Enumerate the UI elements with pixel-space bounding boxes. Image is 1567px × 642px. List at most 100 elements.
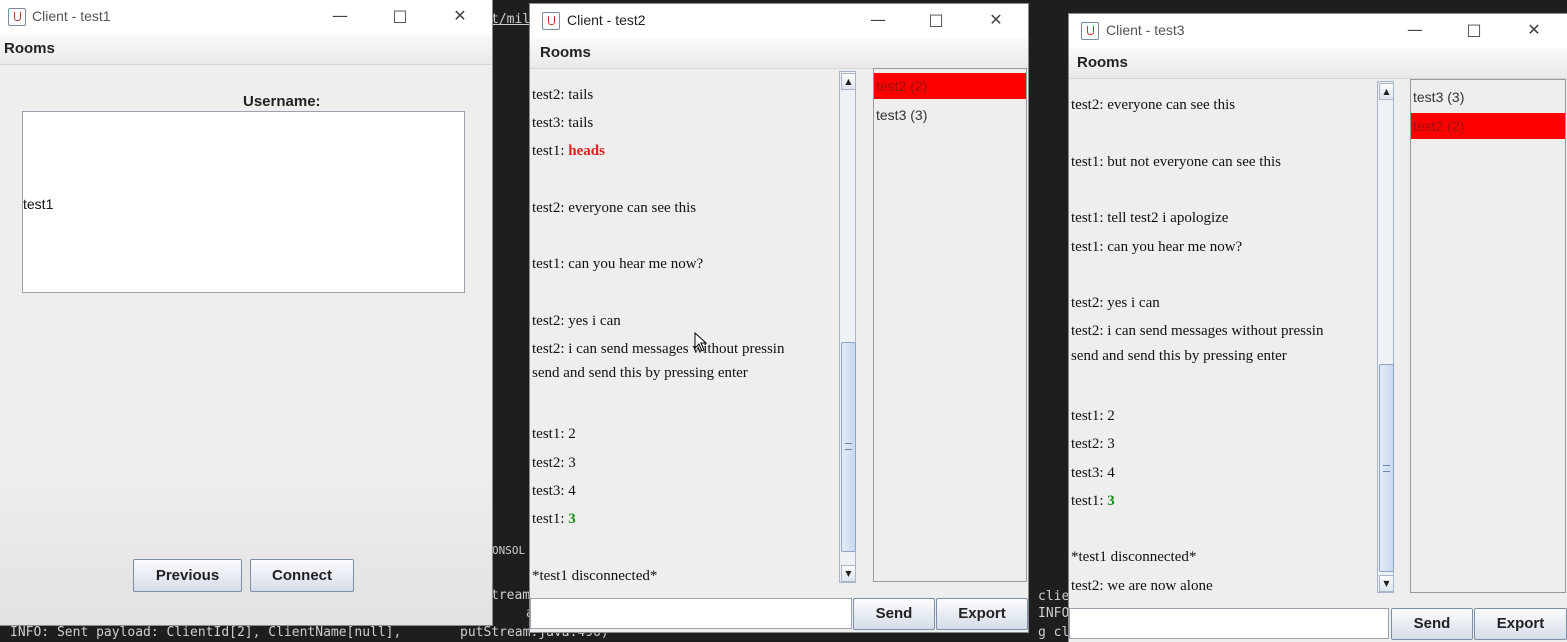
message-text: tails [568, 115, 594, 131]
title-bar[interactable]: Client - test2 — □ ✕ [530, 4, 1028, 38]
message-text: tails [568, 87, 594, 103]
message-text: 3 [1107, 493, 1115, 509]
java-cup-icon [1081, 22, 1099, 40]
chat-message: test2: we are now alone [1071, 578, 1213, 594]
java-cup-icon [8, 8, 26, 26]
title-bar[interactable]: Client - test3 — □ ✕ [1069, 14, 1567, 48]
message-sender: test2: [532, 200, 569, 216]
message-text: *test1 disconnected* [532, 568, 658, 584]
scrollbar-thumb[interactable] [841, 342, 856, 552]
message-sender: test2: [1071, 97, 1108, 113]
message-sender: test2: [1071, 323, 1108, 339]
chat-message: test3: 4 [532, 483, 576, 500]
minimize-icon[interactable]: — [326, 4, 354, 28]
chat-scrollbar[interactable]: ▲ ▼ [1377, 81, 1394, 593]
message-sender: test2: [1071, 578, 1108, 594]
user-list-item[interactable]: test3 (3) [874, 102, 1026, 128]
user-list-item[interactable]: test2 (2) [874, 73, 1026, 99]
message-text: everyone can see this [568, 200, 697, 216]
menu-rooms[interactable]: Rooms [1077, 54, 1128, 71]
message-text: 3 [1107, 436, 1115, 452]
message-sender: test3: [532, 483, 569, 499]
message-sender: test2: [532, 455, 569, 471]
maximize-icon[interactable]: □ [386, 4, 414, 28]
arrow-up-icon[interactable]: ▲ [841, 73, 856, 90]
send-button[interactable]: Send [853, 598, 935, 630]
chat-message: test2: tails [532, 87, 593, 104]
message-text: send and send this by pressing enter [532, 365, 748, 381]
export-button[interactable]: Export [936, 598, 1028, 630]
message-sender: test1: [532, 256, 569, 272]
minimize-icon[interactable]: — [864, 8, 892, 32]
menu-rooms[interactable]: Rooms [540, 44, 591, 61]
maximize-icon[interactable]: □ [1460, 18, 1488, 42]
username-field[interactable]: test1 [22, 111, 465, 293]
message-input[interactable] [530, 598, 852, 629]
terminal-right-info: INFO [1038, 606, 1070, 621]
chat-message: *test1 disconnected* [1071, 549, 1196, 566]
chat-message: send and send this by pressing enter [1071, 348, 1287, 365]
chat-message: test2: everyone can see this [1071, 97, 1235, 114]
client-window-test1: Client - test1 — □ ✕ Rooms Username: tes… [0, 0, 492, 625]
scrollbar-grip [1383, 465, 1390, 472]
message-sender: test1: [1071, 210, 1108, 226]
maximize-icon[interactable]: □ [922, 8, 950, 32]
scrollbar-thumb[interactable] [1379, 364, 1394, 572]
message-sender: test1: [1071, 154, 1108, 170]
chat-scrollbar[interactable]: ▲ ▼ [839, 71, 856, 583]
message-text: 2 [1107, 408, 1115, 424]
chat-message: test1: can you hear me now? [1071, 239, 1242, 256]
user-list-item[interactable]: test3 (3) [1411, 84, 1565, 110]
message-text: 4 [1107, 465, 1115, 481]
terminal-right-gcl: g cl [1038, 625, 1070, 640]
message-text: 3 [568, 455, 576, 471]
minimize-icon[interactable]: — [1401, 18, 1429, 42]
message-text: can you hear me now? [1107, 239, 1243, 255]
user-list-item[interactable]: test2 (2) [1411, 113, 1565, 139]
chat-message: test2: yes i can [1071, 295, 1160, 312]
title-bar[interactable]: Client - test1 — □ ✕ [0, 0, 492, 34]
message-text: i can send messages without pressin [1107, 323, 1324, 339]
arrow-up-icon[interactable]: ▲ [1379, 83, 1394, 100]
terminal-right-cli: clie [1038, 589, 1070, 604]
message-sender: test2: [1071, 436, 1108, 452]
close-icon[interactable]: ✕ [1520, 18, 1548, 42]
previous-button[interactable]: Previous [133, 559, 242, 592]
arrow-down-icon[interactable]: ▼ [1379, 575, 1394, 592]
message-input[interactable] [1069, 608, 1389, 639]
username-label: Username: [243, 93, 321, 110]
send-button[interactable]: Send [1391, 608, 1473, 640]
message-text: heads [568, 143, 605, 159]
chat-message: test1: tell test2 i apologize [1071, 210, 1228, 227]
menu-bar: Rooms [530, 38, 1028, 69]
connect-button[interactable]: Connect [250, 559, 354, 592]
export-button[interactable]: Export [1474, 608, 1567, 640]
message-sender: test1: [532, 143, 569, 159]
message-text: 2 [568, 426, 576, 442]
chat-message: test1: 3 [532, 511, 576, 528]
message-sender: test1: [532, 511, 569, 527]
chat-message: test1: but not everyone can see this [1071, 154, 1281, 171]
username-value: test1 [23, 196, 54, 212]
menu-rooms[interactable]: Rooms [4, 40, 55, 57]
message-text: yes i can [568, 313, 621, 329]
client-window-test3: Client - test3 — □ ✕ Rooms test2: everyo… [1069, 14, 1567, 642]
message-sender: test2: [532, 313, 569, 329]
chat-message: test2: 3 [532, 455, 576, 472]
message-sender: test3: [532, 115, 569, 131]
menu-bar: Rooms [0, 34, 492, 65]
close-icon[interactable]: ✕ [446, 4, 474, 28]
chat-message: test3: 4 [1071, 465, 1115, 482]
message-sender: test1: [1071, 239, 1108, 255]
chat-message: test2: everyone can see this [532, 200, 696, 217]
message-sender: test2: [532, 341, 569, 357]
user-list: test3 (3) test2 (2) [1410, 79, 1566, 593]
chat-message: test1: 2 [532, 426, 576, 443]
message-sender: test1: [1071, 408, 1108, 424]
message-text: yes i can [1107, 295, 1160, 311]
java-cup-icon [542, 12, 560, 30]
chat-message: test1: heads [532, 143, 605, 160]
close-icon[interactable]: ✕ [982, 8, 1010, 32]
arrow-down-icon[interactable]: ▼ [841, 565, 856, 582]
chat-history: test2: everyone can see this test1: but n… [1069, 79, 1376, 594]
